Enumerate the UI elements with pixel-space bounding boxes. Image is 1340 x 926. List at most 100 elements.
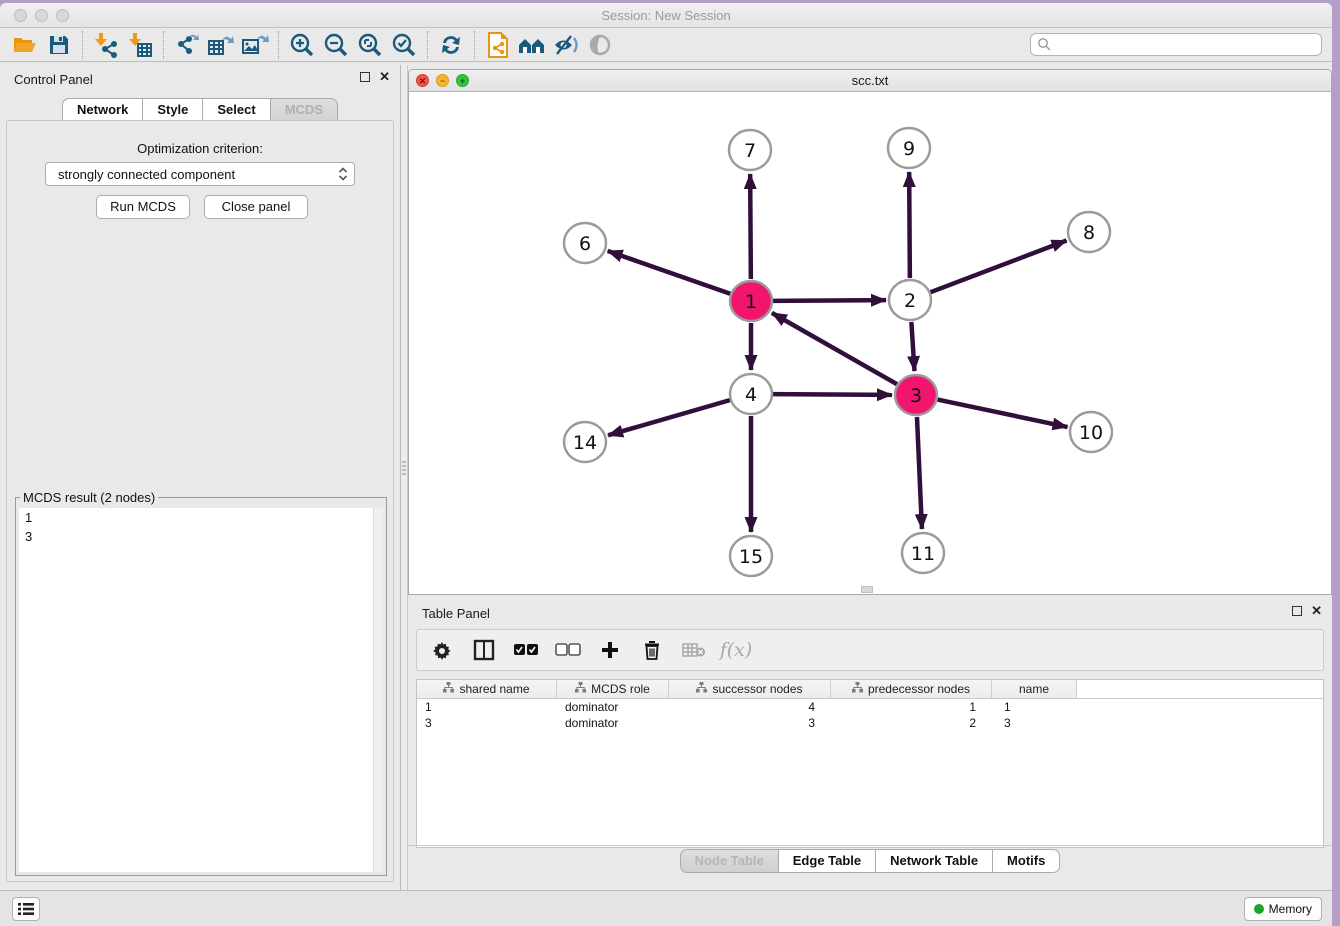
- edge-1-7[interactable]: [750, 174, 751, 279]
- delete-table-icon[interactable]: [681, 637, 707, 663]
- graph-node-10[interactable]: 10: [1070, 412, 1112, 452]
- export-image-icon[interactable]: [238, 30, 272, 60]
- mcds-result-list[interactable]: 13: [19, 508, 383, 872]
- edge-1-6[interactable]: [608, 251, 731, 294]
- cell-MCDS-role[interactable]: dominator: [557, 699, 669, 715]
- delete-icon[interactable]: [639, 637, 665, 663]
- import-network-icon[interactable]: [89, 30, 123, 60]
- optimization-criterion-dropdown[interactable]: strongly connected component: [45, 162, 355, 186]
- refresh-layout-icon[interactable]: [434, 30, 468, 60]
- column-header-predecessor-nodes[interactable]: predecessor nodes: [831, 680, 992, 698]
- run-mcds-button[interactable]: Run MCDS: [96, 195, 190, 219]
- edge-4-3[interactable]: [773, 394, 892, 395]
- table-row[interactable]: 3dominator323: [417, 715, 1323, 731]
- cell-predecessor-nodes[interactable]: 2: [831, 715, 992, 731]
- graph-node-6[interactable]: 6: [564, 223, 606, 263]
- tab-select[interactable]: Select: [203, 98, 270, 122]
- edge-4-14[interactable]: [608, 400, 730, 435]
- tab-motifs[interactable]: Motifs: [993, 849, 1060, 873]
- table-body: 1dominator4113dominator323: [417, 699, 1323, 731]
- edge-3-1[interactable]: [772, 313, 897, 384]
- search-input[interactable]: [1052, 35, 1321, 54]
- copy-network-icon[interactable]: [481, 30, 515, 60]
- memory-button[interactable]: Memory: [1244, 897, 1322, 921]
- graph-node-2[interactable]: 2: [889, 280, 931, 320]
- zoom-out-icon[interactable]: [319, 30, 353, 60]
- cell-name[interactable]: 1: [992, 699, 1077, 715]
- float-table-panel-icon[interactable]: [1292, 606, 1302, 616]
- float-panel-icon[interactable]: [360, 72, 370, 82]
- column-header-name[interactable]: name: [992, 680, 1077, 698]
- network-graph[interactable]: 7 9 6 8 1 2 4 3 14 10 15 11: [409, 92, 1331, 594]
- cell-successor-nodes[interactable]: 3: [669, 715, 831, 731]
- function-builder-icon[interactable]: f(x): [723, 637, 749, 663]
- column-header-MCDS-role[interactable]: MCDS role: [557, 680, 669, 698]
- toolbar-separator: [82, 31, 83, 59]
- graph-node-8[interactable]: 8: [1068, 212, 1110, 252]
- cell-shared-name[interactable]: 1: [417, 699, 557, 715]
- zoom-in-icon[interactable]: [285, 30, 319, 60]
- network-canvas[interactable]: 7 9 6 8 1 2 4 3 14 10 15 11: [409, 92, 1331, 594]
- close-panel-button[interactable]: Close panel: [204, 195, 308, 219]
- search-field[interactable]: [1030, 33, 1322, 56]
- deselect-all-icon[interactable]: [555, 637, 581, 663]
- edge-1-2[interactable]: [773, 300, 886, 301]
- task-history-button[interactable]: [12, 897, 40, 921]
- tab-node-table[interactable]: Node Table: [680, 849, 779, 873]
- zoom-network-button[interactable]: +: [456, 74, 469, 87]
- edge-2-8[interactable]: [931, 241, 1067, 293]
- graph-node-4[interactable]: 4: [730, 374, 772, 414]
- first-neighbors-icon[interactable]: [515, 30, 549, 60]
- column-layout-icon[interactable]: [471, 637, 497, 663]
- search-icon: [1037, 37, 1052, 52]
- minimize-window-button[interactable]: [35, 9, 48, 22]
- zoom-selected-icon[interactable]: [387, 30, 421, 60]
- edge-3-11[interactable]: [917, 417, 922, 529]
- gear-icon[interactable]: [429, 637, 455, 663]
- tab-style[interactable]: Style: [143, 98, 203, 122]
- export-network-icon[interactable]: [170, 30, 204, 60]
- open-folder-icon[interactable]: [8, 30, 42, 60]
- edge-3-10[interactable]: [938, 400, 1068, 427]
- graph-node-15[interactable]: 15: [730, 536, 772, 576]
- canvas-splitter-grip[interactable]: [861, 586, 873, 593]
- appearance-icon[interactable]: [583, 30, 617, 60]
- tab-network[interactable]: Network: [62, 98, 143, 122]
- graph-node-14[interactable]: 14: [564, 422, 606, 462]
- close-network-button[interactable]: ✕: [416, 74, 429, 87]
- select-all-icon[interactable]: [513, 637, 539, 663]
- close-window-button[interactable]: [14, 9, 27, 22]
- cell-MCDS-role[interactable]: dominator: [557, 715, 669, 731]
- cell-predecessor-nodes[interactable]: 1: [831, 699, 992, 715]
- export-table-icon[interactable]: [204, 30, 238, 60]
- column-header-shared-name[interactable]: shared name: [417, 680, 557, 698]
- table-tabs-strip: Node TableEdge TableNetwork TableMotifs: [408, 845, 1332, 890]
- zoom-fit-icon[interactable]: [353, 30, 387, 60]
- import-table-icon[interactable]: [123, 30, 157, 60]
- minimize-network-button[interactable]: −: [436, 74, 449, 87]
- result-scrollbar[interactable]: [373, 508, 383, 872]
- edge-2-9[interactable]: [909, 172, 910, 278]
- save-icon[interactable]: [42, 30, 76, 60]
- close-table-panel-icon[interactable]: ✕: [1311, 606, 1322, 616]
- tab-mcds[interactable]: MCDS: [271, 98, 338, 122]
- add-column-icon[interactable]: [597, 637, 623, 663]
- hide-unhide-icon[interactable]: [549, 30, 583, 60]
- tab-network-table[interactable]: Network Table: [876, 849, 993, 873]
- edge-2-3[interactable]: [911, 322, 914, 371]
- tab-edge-table[interactable]: Edge Table: [779, 849, 876, 873]
- table-row[interactable]: 1dominator411: [417, 699, 1323, 715]
- graph-node-9[interactable]: 9: [888, 128, 930, 168]
- graph-node-11[interactable]: 11: [902, 533, 944, 573]
- cell-name[interactable]: 3: [992, 715, 1077, 731]
- graph-node-7[interactable]: 7: [729, 130, 771, 170]
- close-panel-icon[interactable]: ✕: [379, 72, 390, 82]
- graph-node-1[interactable]: 1: [730, 281, 772, 321]
- panel-splitter[interactable]: [400, 65, 408, 890]
- cell-shared-name[interactable]: 3: [417, 715, 557, 731]
- maximize-window-button[interactable]: [56, 9, 69, 22]
- graph-node-3[interactable]: 3: [895, 375, 937, 415]
- cell-successor-nodes[interactable]: 4: [669, 699, 831, 715]
- column-header-successor-nodes[interactable]: successor nodes: [669, 680, 831, 698]
- toolbar-separator: [474, 31, 475, 59]
